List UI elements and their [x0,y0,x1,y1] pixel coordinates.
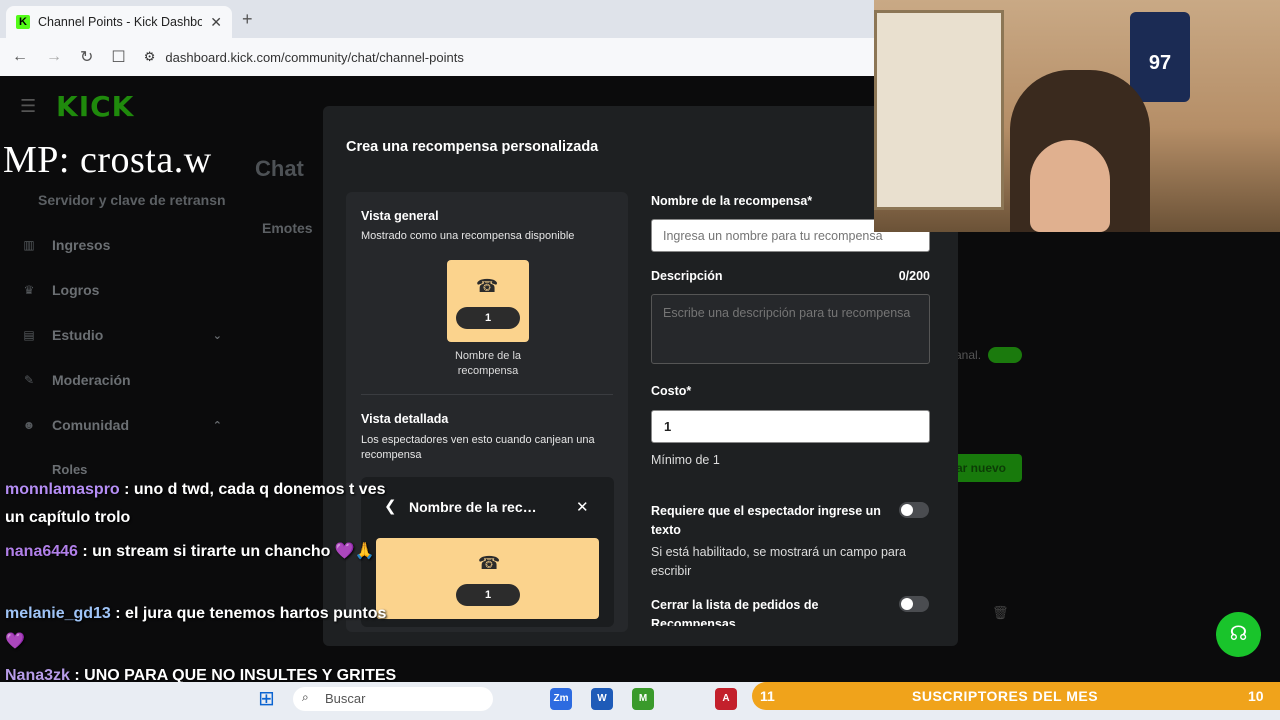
sidebar-item-label: Roles [52,462,88,477]
kick-logo[interactable]: KICK [56,90,134,123]
close-icon: ✕ [576,499,589,516]
browser-tab[interactable]: K Channel Points - Kick Dashboard ✕ [6,6,232,38]
sidebar-item-server-key[interactable]: Servidor y clave de retransn [38,192,226,208]
subscribers-left-count: 11 [760,688,775,704]
require-text-label: Requiere que el espectador ingrese un te… [651,504,881,537]
studio-icon: ▤ [23,328,35,342]
sidebar-item-estudio[interactable]: ▤ Estudio ⌄ [22,327,222,343]
detail-reward-card [376,538,599,619]
chat-text: : un stream si tirarte un chancho 💜🙏 [77,543,375,560]
wrench-icon: ✎ [23,373,35,387]
webcam-jersey: 97 [1130,12,1190,102]
acrobat-app-icon[interactable]: A [715,688,737,710]
minecraft-app-icon[interactable]: M [632,688,654,710]
description-label: Descripción [651,269,723,283]
chevron-up-icon: ⌃ [212,419,222,432]
telephone-icon: ☎ [476,276,499,296]
reward-cost-badge: 1 [456,307,520,329]
chat-username: melanie_gd13 [5,605,111,622]
hamburger-menu-icon[interactable]: ☰ [20,96,36,117]
reload-icon[interactable]: ↻ [80,47,93,67]
tab-title: Channel Points - Kick Dashboard [38,15,203,29]
overview-title: Vista general [361,209,439,223]
chat-message: melanie_gd13 : el jura que tenemos harto… [5,600,405,656]
people-icon: ☻ [22,418,36,432]
site-info-icon[interactable]: ⚙ [144,49,156,65]
tab-emotes[interactable]: Emotes [262,220,313,236]
description-char-count: 0/200 [898,269,930,283]
reward-preview-card [447,260,529,342]
webcam-shelf [874,10,1004,210]
reward-name-label: Nombre de la recompensa* [651,194,813,208]
detail-reward-name: Nombre de la reco... [409,499,539,515]
new-tab-button[interactable]: + [242,9,253,30]
modal-title: Crea una recompensa personalizada [346,139,599,155]
cost-label: Costo* [651,384,692,398]
sidebar-item-roles[interactable]: Roles [52,462,252,477]
back-icon[interactable]: ← [12,48,28,66]
sidebar-item-label: Moderación [52,372,131,388]
chat-message: nana6446 : un stream si tirarte un chanc… [5,538,405,566]
require-text-help: Si está habilitado, se mostrará un campo… [651,545,906,578]
background-toggle-label: anal. [955,348,982,362]
trophy-icon: ♛ [23,283,35,297]
forward-icon[interactable]: → [46,48,62,66]
sidebar-item-label: Estudio [52,327,104,343]
stream-overlay-mp-text: MP: crosta.w [3,139,212,181]
telephone-icon: ☎ [478,553,501,573]
require-text-toggle[interactable] [899,502,929,518]
sidebar-item-label: Ingresos [52,237,111,253]
background-toggle[interactable] [988,347,1022,363]
search-icon: ⌕ [302,690,309,704]
close-queue-label: Cerrar la lista de pedidos de Recompensa… [651,598,819,626]
sidebar-item-label: Logros [52,282,100,298]
support-headset-icon[interactable]: ☊ [1216,612,1261,657]
sidebar-item-label: Comunidad [52,417,129,433]
detail-cost-badge: 1 [456,584,520,606]
detail-description: Los espectadores ven esto cuando canjean… [361,434,595,461]
url-text: dashboard.kick.com/community/chat/channe… [165,49,464,65]
word-app-icon[interactable]: W [591,688,613,710]
chat-username: nana6446 [5,543,78,560]
sidebar-item-comunidad[interactable]: ☻ Comunidad ⌃ [22,417,222,433]
subscribers-right-count: 10 [1248,688,1264,704]
toggle-knob [901,598,913,610]
sidebar-item-logros[interactable]: ♛ Logros [22,282,222,298]
chart-icon: ▥ [23,238,35,252]
page-title: Chat [255,156,304,181]
create-new-button[interactable]: ar nuevo [950,454,1022,482]
close-queue-toggle[interactable] [899,596,929,612]
divider [361,394,613,395]
subscribers-title: SUSCRIPTORES DEL MES [912,688,1099,704]
windows-start-icon[interactable]: ⊞ [258,686,275,711]
detail-title: Vista detallada [361,412,449,426]
address-bar[interactable]: ⚙ dashboard.kick.com/community/chat/chan… [144,43,862,71]
bookmark-icon[interactable]: ☐ [111,47,125,67]
reward-preview-name: Nombre de la recompensa [454,350,522,377]
toggle-knob [901,504,913,516]
chat-message: monnlamaspro : uno d twd, cada q donemos… [5,476,405,532]
chevron-down-icon: ⌄ [212,329,222,342]
webcam-face [1030,140,1110,232]
trash-icon[interactable]: 🗑 [992,605,1009,621]
browser-toolbar: ← → ↻ ☐ ⚙ dashboard.kick.com/community/c… [0,38,874,76]
chat-username: monnlamaspro [5,481,120,498]
tab-close-icon[interactable]: ✕ [210,14,222,31]
cost-input[interactable] [651,410,930,443]
taskbar-search[interactable]: Buscar [293,687,493,711]
zoom-app-icon[interactable]: Zm [550,688,572,710]
overview-description: Mostrado como una recompensa disponible [361,230,575,242]
description-input[interactable] [651,294,930,364]
kick-favicon-icon: K [16,15,30,29]
sidebar-item-ingresos[interactable]: ▥ Ingresos [22,237,222,253]
cost-hint: Mínimo de 1 [651,453,720,467]
sidebar-item-moderacion[interactable]: ✎ Moderación [22,372,222,388]
